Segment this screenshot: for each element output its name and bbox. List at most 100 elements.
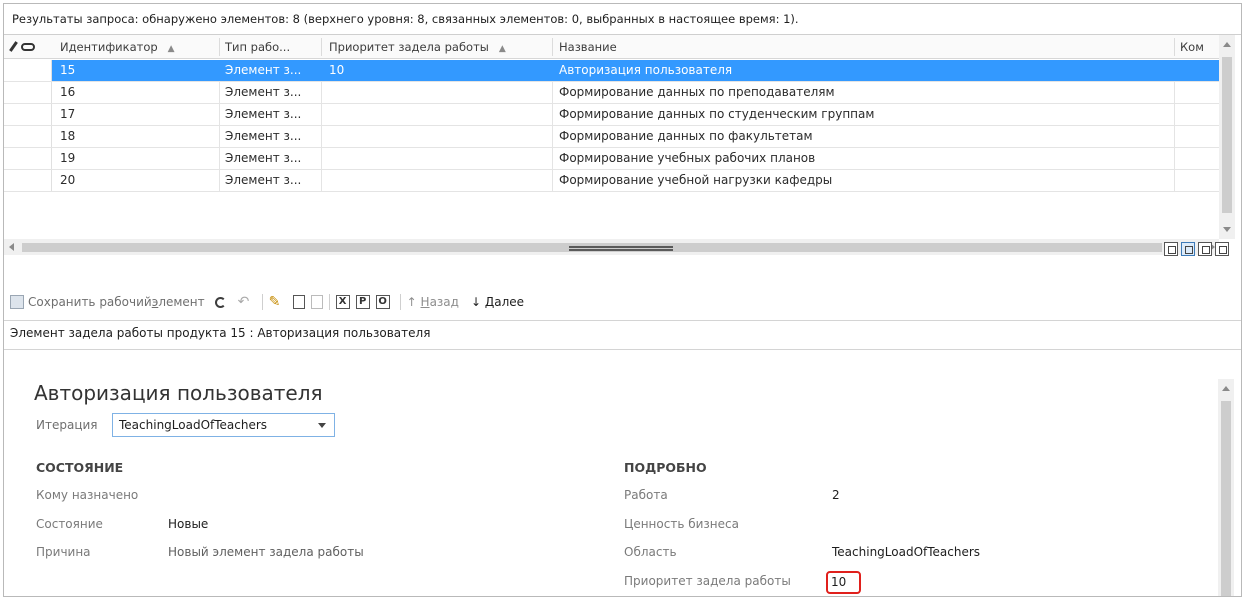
table-row[interactable]: 16 Элемент з... Формирование данных по пре… [4,82,1219,104]
scroll-up-arrow-icon[interactable] [1223,42,1231,47]
header-icons [8,41,35,53]
row-header[interactable] [4,148,52,169]
toolbar-divider [399,294,401,310]
cell-title: Формирование учебных рабочих планов [559,151,816,165]
cell-divider [552,126,553,147]
area-value[interactable]: TeachingLoadOfTeachers [832,545,980,559]
reason-label: Причина [36,545,91,559]
table-row[interactable]: 18 Элемент з... Формирование данных по фак… [4,126,1219,148]
cell-id: 20 [60,173,76,187]
project-button[interactable]: P [355,295,370,309]
undo-icon[interactable]: ↶ [238,295,252,309]
link-icon [21,43,35,51]
row-header[interactable] [4,82,52,103]
cell-divider [219,104,220,125]
save-icon [10,295,24,309]
query-results-window: Результаты запроса: обнаружено элементов… [3,3,1242,597]
scroll-thumb[interactable] [1222,57,1232,213]
cell-divider [219,82,220,103]
cell-divider [552,104,553,125]
scroll-left-arrow-icon[interactable] [9,243,14,251]
work-item-title[interactable]: Авторизация пользователя [34,381,323,405]
effort-value[interactable]: 2 [832,488,840,502]
cell-divider [321,148,322,169]
cell-divider [1174,82,1175,103]
results-grid: Идентификатор ▲ Тип рабо... Приоритет зад… [4,34,1241,264]
open-in-window-icon[interactable] [310,295,323,309]
backlog-priority-field[interactable]: 10 [826,571,861,594]
cell-id: 15 [60,63,76,77]
divider [4,349,1241,350]
cell-type: Элемент з... [225,85,302,99]
cell-title: Формирование данных по преподавателям [559,85,835,99]
arrow-down-icon: ↓ [470,295,482,309]
cell-title: Авторизация пользователя [559,63,733,77]
work-item-toolbar: Сохранить рабочий э лемент ↶ ✎ X P O ↑ На… [10,291,524,313]
view-side-by-side-button[interactable] [1215,242,1229,256]
cell-divider [552,82,553,103]
save-work-item-button[interactable]: Сохранить рабочий э лемент [10,295,205,309]
cell-type: Элемент з... [225,173,302,187]
toolbar-divider [261,294,263,310]
pane-splitter[interactable] [569,246,673,251]
cell-divider [321,82,322,103]
back-button[interactable]: ↑ Назад [407,295,459,309]
view-split-button[interactable] [1181,242,1195,256]
row-header[interactable] [4,60,52,81]
form-vertical-scrollbar[interactable] [1218,379,1234,596]
area-label: Область [624,545,677,559]
cell-divider [1174,104,1175,125]
cell-id: 18 [60,129,76,143]
status-section-heading: СОСТОЯНИЕ [36,460,124,475]
cell-type: Элемент з... [225,63,302,77]
column-header-priority[interactable]: Приоритет задела работы ▲ [329,35,549,59]
scroll-up-arrow-icon[interactable] [1222,386,1230,391]
cell-divider [321,170,322,191]
scroll-thumb[interactable] [1221,401,1231,596]
backlog-priority-label: Приоритет задела работы [624,574,791,588]
toolbar-divider [328,294,330,310]
table-row[interactable]: 17 Элемент з... Формирование данных по сту… [4,104,1219,126]
effort-label: Работа [624,488,668,502]
cell-type: Элемент з... [225,151,302,165]
chevron-down-icon [318,423,326,428]
row-header[interactable] [4,170,52,191]
grid-vertical-scrollbar[interactable] [1219,35,1235,239]
cell-id: 16 [60,85,76,99]
copy-item-icon[interactable] [292,295,305,309]
work-item-caption: Элемент задела работы продукта 15 : Авто… [10,326,431,340]
assigned-to-label: Кому назначено [36,488,139,502]
state-value[interactable]: Новые [168,517,208,531]
pencil-icon [8,41,18,53]
row-header[interactable] [4,126,52,147]
iteration-label: Итерация [36,418,98,432]
column-header-id[interactable]: Идентификатор ▲ [60,35,210,59]
cell-divider [552,170,553,191]
view-results-only-button[interactable] [1164,242,1178,256]
table-row[interactable]: 15 Элемент з... 10 Авторизация пользователя [4,60,1219,82]
scroll-down-arrow-icon[interactable] [1223,227,1231,232]
reason-value[interactable]: Новый элемент задела работы [168,545,364,559]
sort-asc-icon: ▲ [167,44,175,54]
table-row[interactable]: 20 Элемент з... Формирование учебной нагру… [4,170,1219,192]
column-header-type[interactable]: Тип рабо... [225,35,315,59]
next-button[interactable]: ↓ Далее [471,295,524,309]
column-header-title[interactable]: Название [559,35,859,59]
cell-type: Элемент з... [225,107,302,121]
outlook-button[interactable]: O [375,295,390,309]
refresh-icon[interactable] [214,296,226,308]
cell-title: Формирование данных по факультетам [559,129,813,143]
view-form-only-button[interactable] [1198,242,1212,256]
business-value-label: Ценность бизнеса [624,517,739,531]
cell-divider [219,170,220,191]
row-header[interactable] [4,104,52,125]
iteration-dropdown[interactable]: TeachingLoadOfTeachers [112,413,335,437]
cell-divider [552,148,553,169]
cell-divider [321,126,322,147]
column-header-comment[interactable]: Ком [1180,35,1218,59]
excel-button[interactable]: X [335,295,350,309]
sort-asc-icon: ▲ [498,44,506,54]
cell-divider [219,148,220,169]
new-linked-item-icon[interactable]: ✎ [269,295,283,309]
table-row[interactable]: 19 Элемент з... Формирование учебных рабоч… [4,148,1219,170]
